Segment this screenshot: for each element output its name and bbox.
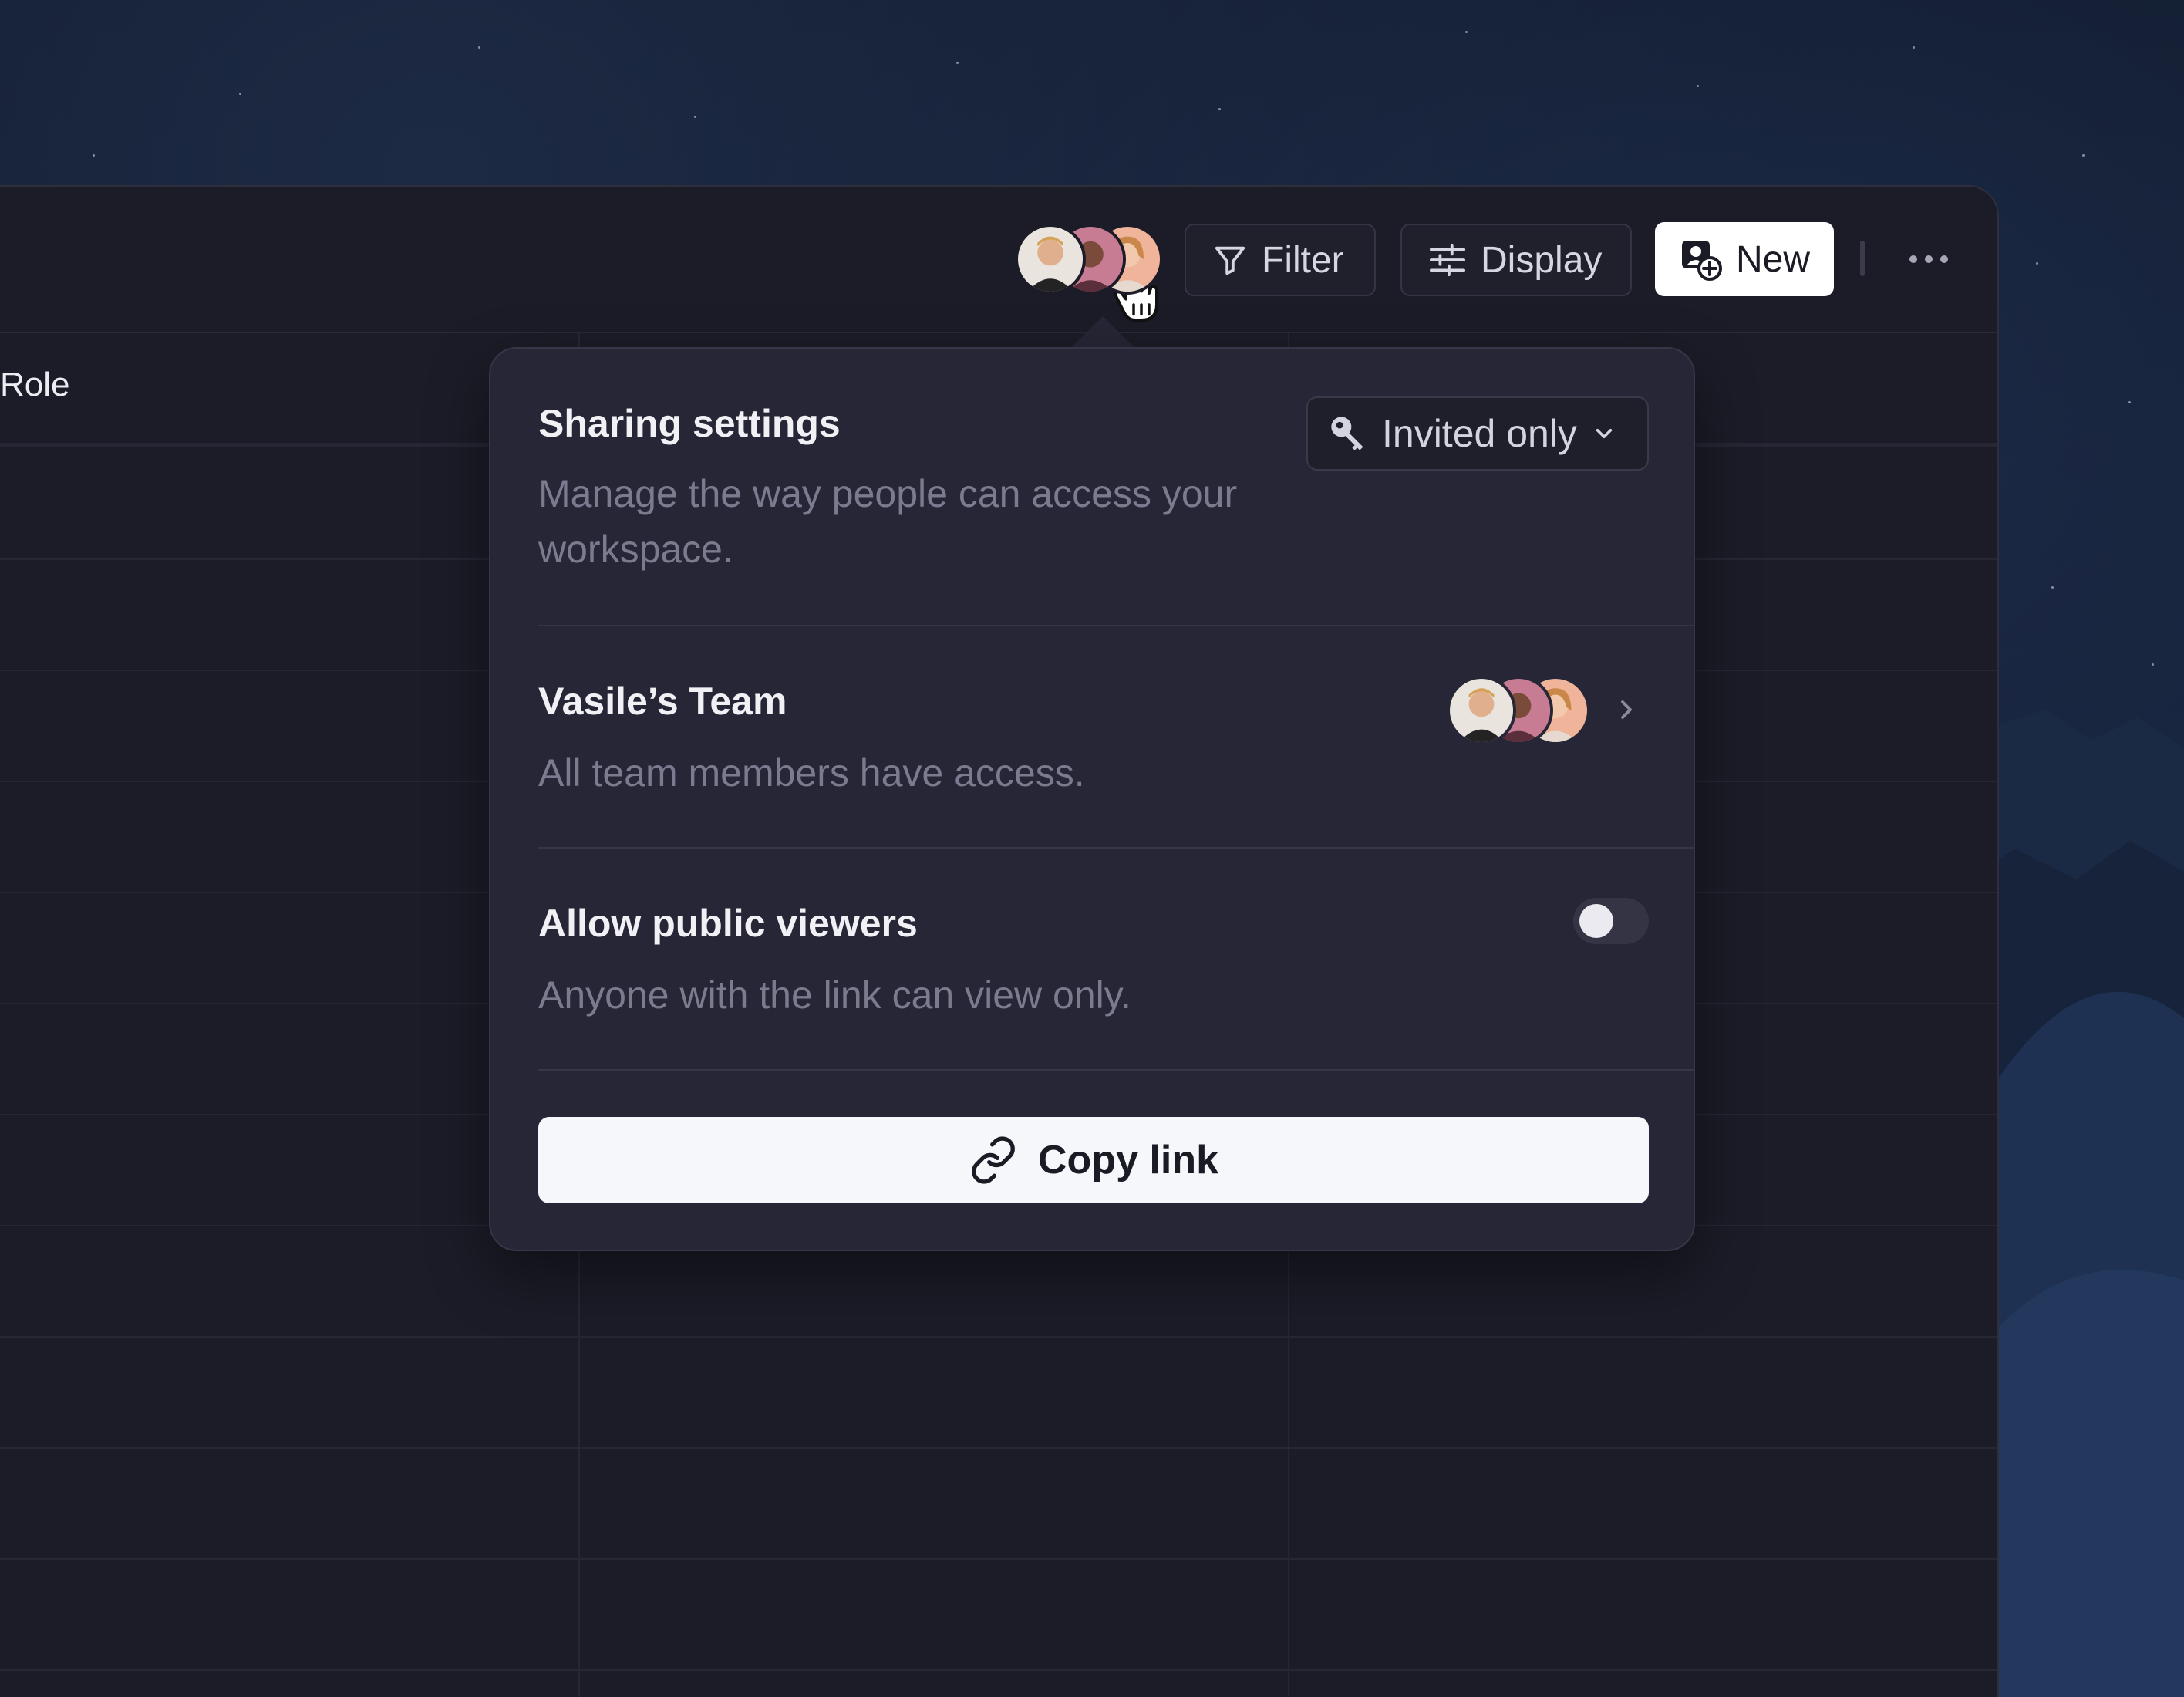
public-viewers-title: Allow public viewers <box>538 902 918 945</box>
new-button[interactable]: New <box>1655 222 1834 296</box>
link-icon <box>972 1136 1015 1184</box>
table-row <box>0 1558 1997 1560</box>
filter-button[interactable]: Filter <box>1185 224 1376 296</box>
public-viewers-description: Anyone with the link can view only. <box>538 973 1131 1017</box>
section-divider <box>538 625 1694 626</box>
table-row <box>0 1336 1997 1338</box>
chevron-right-icon[interactable] <box>1615 694 1638 725</box>
table-row <box>0 1669 1997 1671</box>
table-row <box>0 1447 1997 1449</box>
filter-icon <box>1215 246 1245 275</box>
access-dropdown[interactable]: Invited only <box>1306 396 1649 471</box>
display-sliders-icon <box>1429 243 1465 277</box>
new-user-icon <box>1681 241 1722 281</box>
sharing-title: Sharing settings <box>538 402 841 445</box>
display-button[interactable]: Display <box>1400 224 1632 296</box>
toolbar-divider <box>1860 241 1865 276</box>
section-divider <box>538 847 1694 848</box>
toggle-knob <box>1579 904 1613 938</box>
public-viewers-toggle[interactable] <box>1573 898 1649 944</box>
avatar <box>1447 676 1516 745</box>
sharing-description: Manage the way people can access your wo… <box>538 472 1238 571</box>
copy-link-label: Copy link <box>1037 1138 1219 1183</box>
more-icon[interactable] <box>1909 245 1948 273</box>
collaborators-avatar-stack[interactable] <box>1015 224 1163 295</box>
toolbar: Filter Display New <box>0 187 1997 333</box>
team-title: Vasile’s Team <box>538 680 787 723</box>
copy-link-button[interactable]: Copy link <box>538 1117 1649 1203</box>
sharing-popover: Sharing settings Manage the way people c… <box>489 347 1695 1251</box>
section-divider <box>538 1069 1694 1071</box>
chevron-down-icon <box>1596 428 1613 439</box>
column-header-role[interactable]: Role <box>0 366 70 404</box>
access-value: Invited only <box>1382 412 1577 455</box>
team-avatar-stack[interactable] <box>1447 676 1590 745</box>
display-label: Display <box>1481 239 1603 281</box>
avatar <box>1015 224 1086 295</box>
filter-label: Filter <box>1262 239 1344 281</box>
team-description: All team members have access. <box>538 751 1085 795</box>
key-icon <box>1331 417 1363 450</box>
new-label: New <box>1735 238 1811 280</box>
